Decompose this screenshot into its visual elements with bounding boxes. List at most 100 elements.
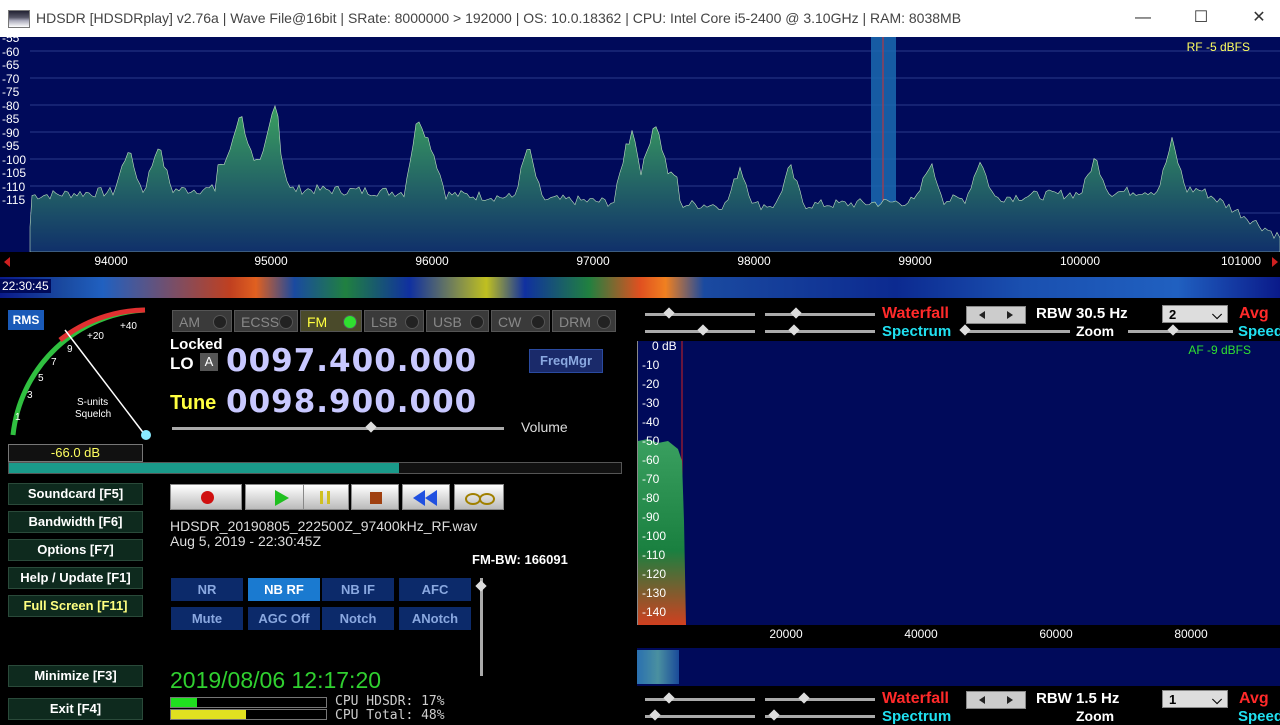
mode-button-am[interactable]: AM <box>172 310 232 332</box>
cpu-hdsdr-bar <box>170 697 327 708</box>
rf-spectrum-display[interactable]: -55 -60 -65 -70 -75 -80 -85 -90 -95 -100 -105 -110-… <box>0 31 1280 252</box>
af-db-label: -10 <box>642 358 660 372</box>
mode-button-fm[interactable]: FM <box>300 310 362 332</box>
dsp-anotch-button[interactable]: ANotch <box>399 607 471 630</box>
mode-label: FM <box>307 314 328 330</box>
af-freq-label: 60000 <box>1039 627 1073 641</box>
soundcard-button[interactable]: Soundcard [F5] <box>8 483 143 505</box>
dsp-nb-rf-button[interactable]: NB RF <box>248 578 320 601</box>
svg-text:3: 3 <box>27 390 33 401</box>
maximize-window-button[interactable]: ☐ <box>1178 0 1224 37</box>
mode-button-usb[interactable]: USB <box>426 310 489 332</box>
rf-freq-label: 97000 <box>576 254 610 268</box>
spectrum-contrast-slider[interactable] <box>765 330 875 333</box>
title-bar: HDSDR [HDSDRplay] v2.76a | Wave File@16b… <box>0 0 1280 37</box>
slider-thumb[interactable] <box>959 324 971 336</box>
dsp-mute-button[interactable]: Mute <box>171 607 243 630</box>
rf-db-label: -80 <box>2 98 20 113</box>
mode-label: USB <box>433 314 462 330</box>
full-screen-button[interactable]: Full Screen [F11] <box>8 595 143 617</box>
options-button[interactable]: Options [F7] <box>8 539 143 561</box>
minimize-window-button[interactable]: — <box>1120 0 1166 37</box>
rf-frequency-axis[interactable]: 94000 95000 96000 97000 98000 99000 100000 1010… <box>0 252 1280 272</box>
mode-label: AM <box>179 314 200 330</box>
bandwidth-slider-thumb[interactable] <box>475 580 487 592</box>
af-rbw-stepper[interactable] <box>966 691 1026 709</box>
rf-freq-label: 100000 <box>1059 254 1101 268</box>
mode-button-cw[interactable]: CW <box>491 310 550 332</box>
scroll-left-icon[interactable] <box>4 257 10 267</box>
rbw-stepper[interactable] <box>966 306 1026 324</box>
af-spectrum-gain-slider[interactable] <box>645 715 755 718</box>
slider-thumb[interactable] <box>663 692 675 704</box>
af-frequency-axis[interactable]: 20000 40000 60000 80000 <box>637 625 1280 645</box>
squelch-bar[interactable] <box>8 462 622 474</box>
rf-freq-label: 98000 <box>737 254 771 268</box>
volume-slider[interactable] <box>172 427 504 430</box>
slider-thumb[interactable] <box>663 307 675 319</box>
af-waterfall-gain-slider[interactable] <box>645 698 755 701</box>
exit-button[interactable]: Exit [F4] <box>8 698 143 720</box>
mode-button-ecss[interactable]: ECSS <box>234 310 298 332</box>
mode-button-drm[interactable]: DRM <box>552 310 616 332</box>
help-update-button[interactable]: Help / Update [F1] <box>8 567 143 589</box>
rf-spectrum-trace <box>29 37 1280 252</box>
dsp-notch-button[interactable]: Notch <box>322 607 394 630</box>
pause-button[interactable] <box>303 484 349 510</box>
minimize-button[interactable]: Minimize [F3] <box>8 665 143 687</box>
mode-button-lsb[interactable]: LSB <box>364 310 424 332</box>
rf-freq-label: 101000 <box>1220 254 1262 268</box>
loop-button[interactable] <box>454 484 504 510</box>
rewind-button[interactable] <box>402 484 450 510</box>
slider-thumb[interactable] <box>768 709 780 721</box>
af-db-label: -40 <box>642 415 660 429</box>
af-avg-select[interactable]: 1 ⌵ <box>1162 690 1228 708</box>
af-rbw-increase-icon[interactable] <box>1007 696 1013 704</box>
af-db-label: -100 <box>642 529 667 543</box>
rbw-increase-icon[interactable] <box>1007 311 1013 319</box>
freqmgr-button[interactable]: FreqMgr <box>529 349 603 373</box>
stop-icon <box>370 492 382 504</box>
af-freq-label: 20000 <box>769 627 803 641</box>
af-rbw-decrease-icon[interactable] <box>979 696 985 704</box>
slider-thumb[interactable] <box>697 324 709 336</box>
slider-thumb[interactable] <box>1167 324 1179 336</box>
cpu-hdsdr-label: CPU HDSDR: 17% <box>335 694 445 709</box>
zoom-slider-a[interactable] <box>965 330 1070 333</box>
speed-slider[interactable] <box>1128 330 1233 333</box>
volume-slider-thumb[interactable] <box>365 421 377 433</box>
af-waterfall-contrast-slider[interactable] <box>765 698 875 701</box>
af-waterfall[interactable] <box>637 648 1280 686</box>
bandwidth-button[interactable]: Bandwidth [F6] <box>8 511 143 533</box>
waterfall-gain-slider[interactable] <box>645 313 755 316</box>
scroll-right-icon[interactable] <box>1272 257 1278 267</box>
af-spectrum-contrast-slider[interactable] <box>765 715 875 718</box>
slider-thumb[interactable] <box>788 324 800 336</box>
dsp-nb-if-button[interactable]: NB IF <box>322 578 394 601</box>
dsp-nr-button[interactable]: NR <box>171 578 243 601</box>
led-icon <box>279 315 293 329</box>
slider-thumb[interactable] <box>790 307 802 319</box>
af-avg-select-value: 1 <box>1169 692 1177 707</box>
rf-db-label: -55 <box>2 31 20 45</box>
close-window-button[interactable]: ✕ <box>1236 0 1280 37</box>
bandwidth-slider[interactable] <box>480 578 483 676</box>
rf-waterfall[interactable] <box>0 277 1280 298</box>
slider-thumb[interactable] <box>798 692 810 704</box>
tune-frequency[interactable]: 0098.900.000 <box>226 384 477 420</box>
lo-a-button[interactable]: A <box>200 353 218 371</box>
dsp-agc-off-button[interactable]: AGC Off <box>248 607 320 630</box>
dsp-afc-button[interactable]: AFC <box>399 578 471 601</box>
lo-frequency[interactable]: 0097.400.000 <box>226 343 477 379</box>
mode-label: ECSS <box>241 314 280 330</box>
rf-db-label: -100 <box>2 152 27 167</box>
rf-db-label: -70 <box>2 71 20 86</box>
chevron-down-icon: ⌵ <box>1212 307 1222 322</box>
slider-thumb[interactable] <box>649 709 661 721</box>
record-button[interactable] <box>170 484 242 510</box>
avg-select[interactable]: 2 ⌵ <box>1162 305 1228 323</box>
rbw-decrease-icon[interactable] <box>979 311 985 319</box>
af-spectrum-display[interactable]: 0 dB -10 -20 -30 -40 -50 -60 -70 -80 -90 -100 -110 -… <box>637 339 1280 625</box>
waterfall-contrast-slider[interactable] <box>765 313 875 316</box>
stop-button[interactable] <box>351 484 399 510</box>
